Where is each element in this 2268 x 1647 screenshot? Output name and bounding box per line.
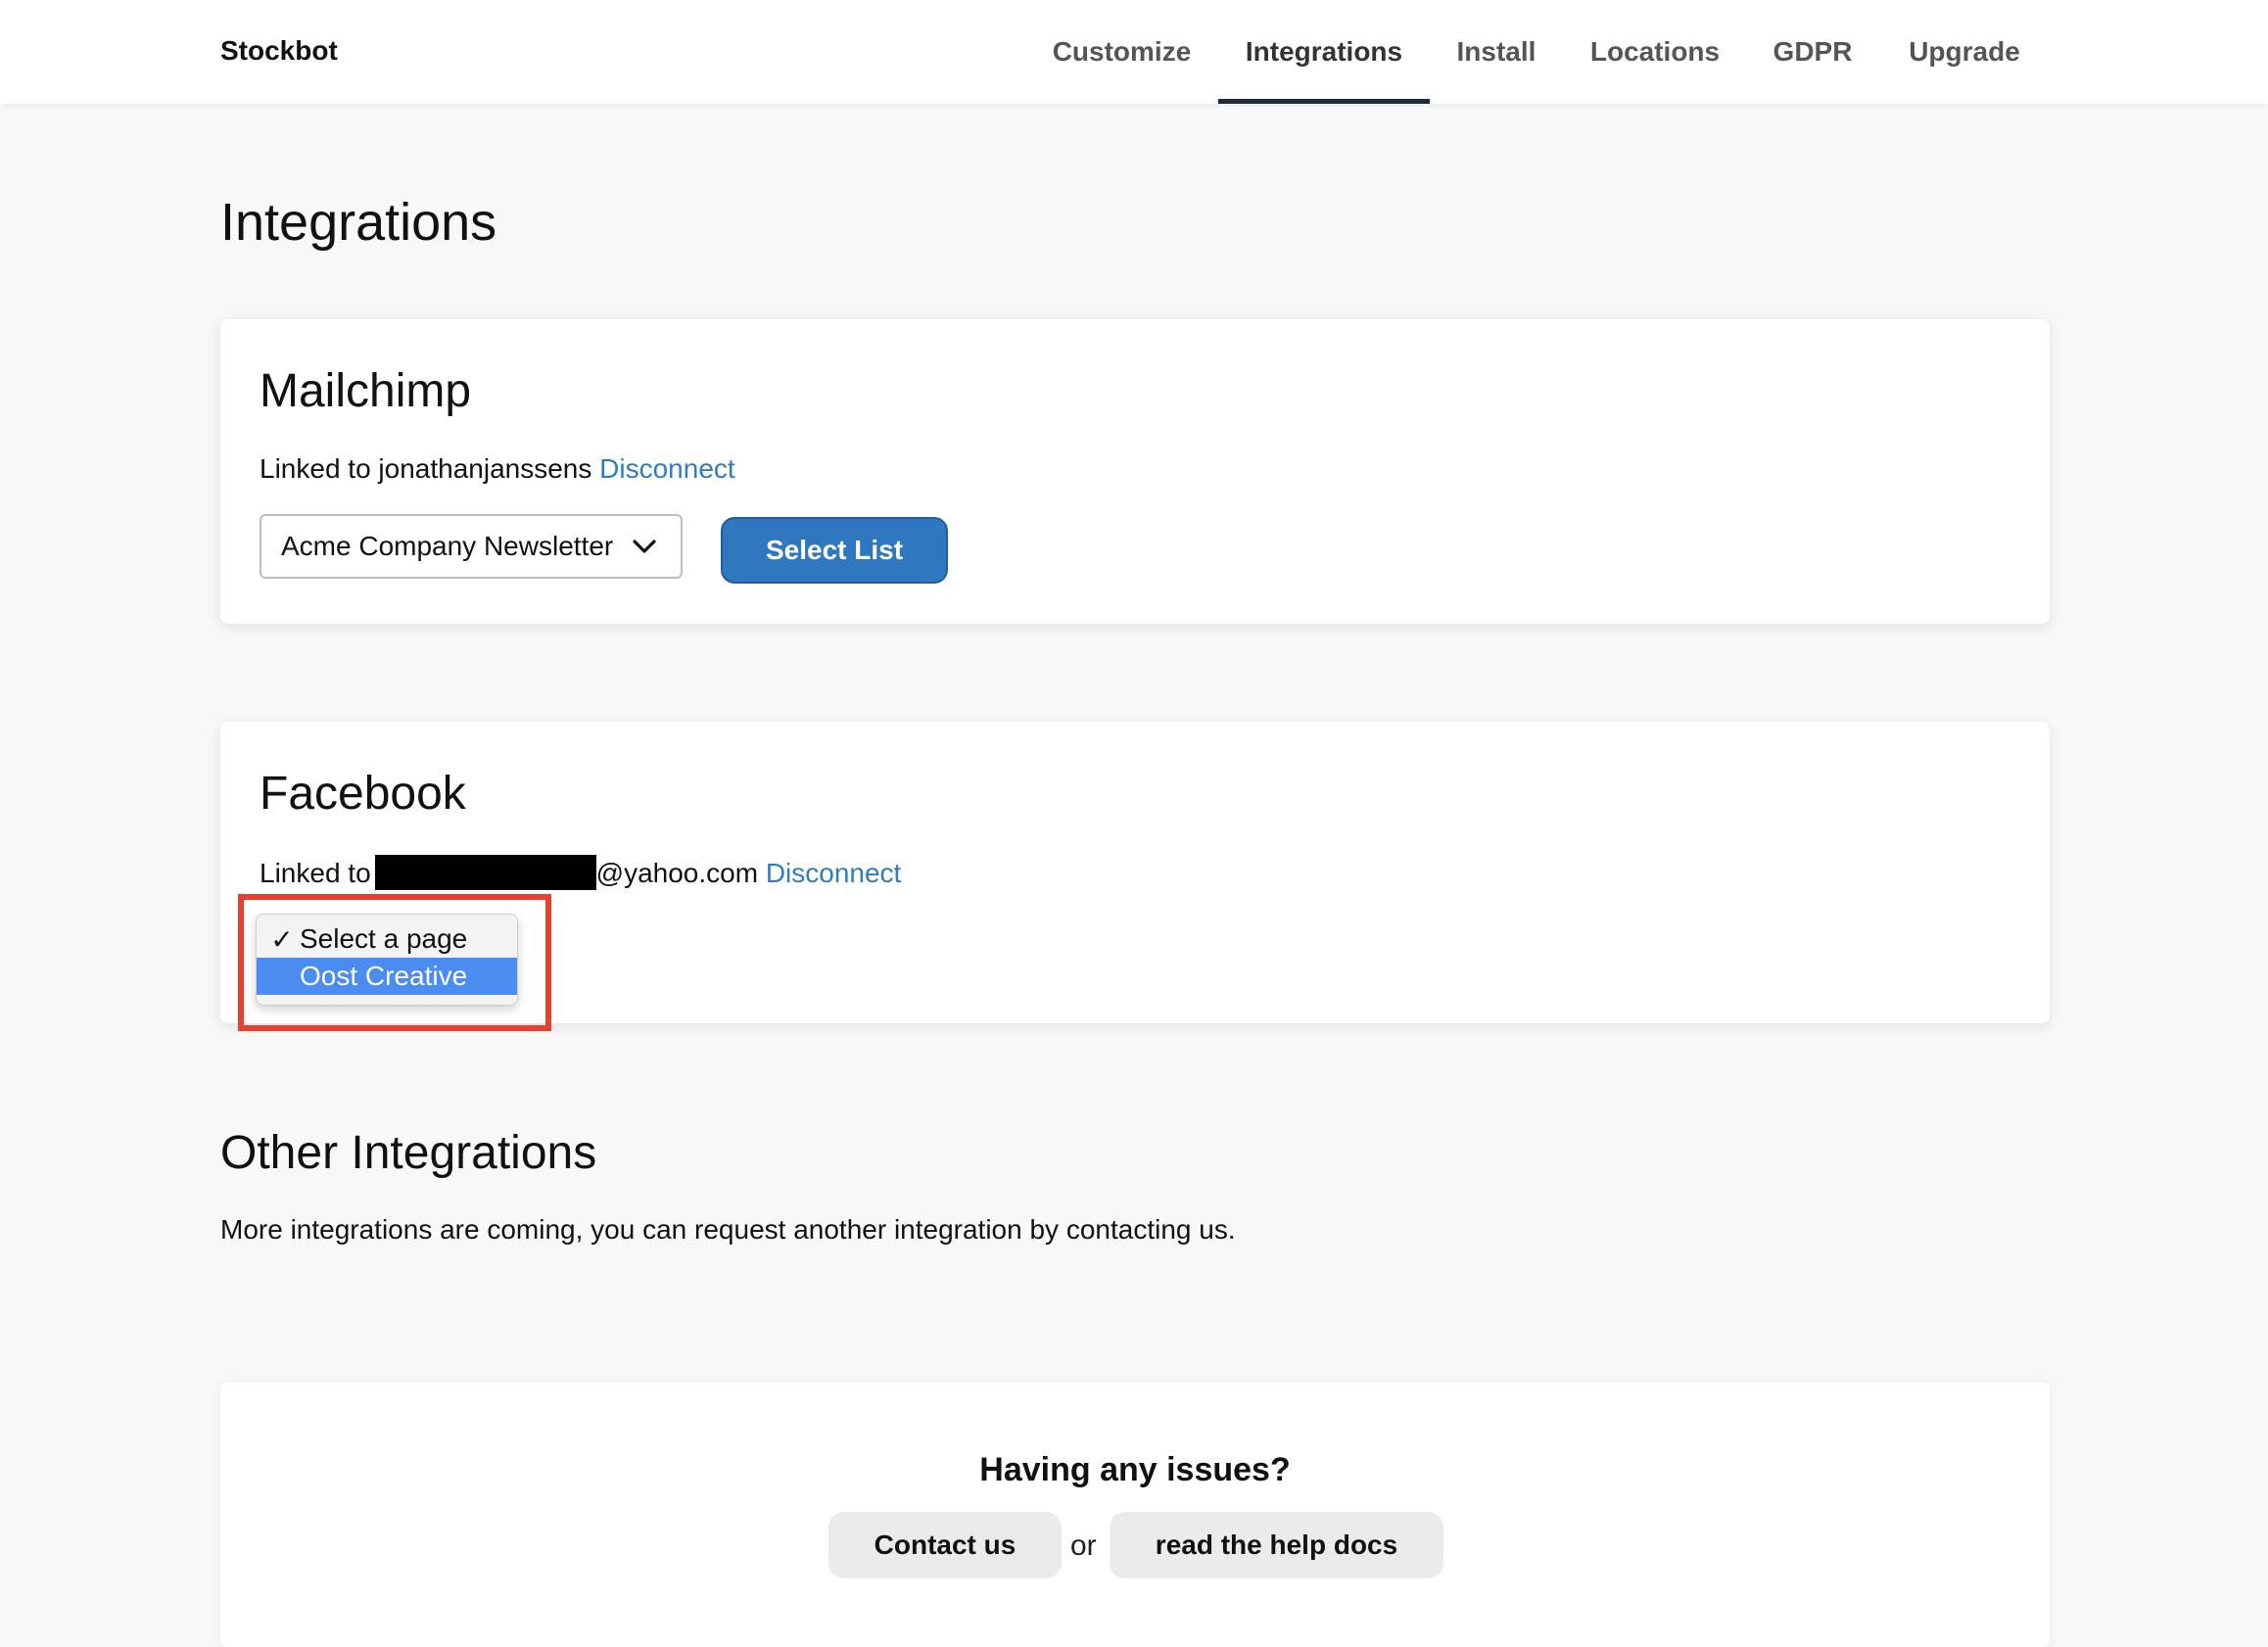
mailchimp-list-select[interactable]: Acme Company Newsletter (260, 514, 683, 579)
page-option-label: Select a page (300, 923, 468, 954)
nav-tab-locations[interactable]: Locations (1582, 0, 1728, 104)
page-title: Integrations (220, 193, 497, 252)
mailchimp-linked-label: Linked to jonathanjanssens (260, 453, 600, 484)
other-integrations-text: More integrations are coming, you can re… (220, 1214, 1236, 1245)
help-card: Having any issues? Contact us or read th… (220, 1383, 2050, 1647)
contact-us-button[interactable]: Contact us (828, 1512, 1062, 1578)
nav-tab-upgrade[interactable]: Upgrade (1903, 0, 2026, 104)
brand-logo[interactable]: Stockbot (220, 35, 338, 67)
chevron-down-icon (633, 540, 656, 553)
facebook-title: Facebook (260, 768, 466, 820)
facebook-email-domain: @yahoo.com (595, 858, 766, 888)
page-option-select-a-page[interactable]: ✓ Select a page (257, 920, 517, 958)
nav-tab-integrations[interactable]: Integrations (1218, 0, 1430, 104)
page-option-label: Oost Creative (300, 961, 468, 991)
facebook-disconnect-link[interactable]: Disconnect (766, 858, 902, 888)
select-list-button[interactable]: Select List (721, 517, 948, 584)
nav-tab-install[interactable]: Install (1452, 0, 1540, 104)
or-separator: or (1070, 1529, 1097, 1562)
mailchimp-list-select-value: Acme Company Newsletter (281, 531, 614, 561)
help-docs-button[interactable]: read the help docs (1110, 1512, 1443, 1578)
nav-tab-gdpr[interactable]: GDPR (1769, 0, 1857, 104)
redacted-email-block (374, 855, 596, 890)
checkmark-icon: ✓ (270, 923, 294, 955)
mailchimp-disconnect-link[interactable]: Disconnect (599, 453, 735, 484)
mailchimp-card: Mailchimp Linked to jonathanjanssens Dis… (220, 319, 2050, 624)
mailchimp-title: Mailchimp (260, 365, 472, 417)
facebook-linked-text: Linked to @yahoo.com Disconnect (260, 855, 901, 890)
other-integrations-title: Other Integrations (220, 1127, 597, 1179)
facebook-linked-label: Linked to (260, 858, 371, 888)
mailchimp-linked-text: Linked to jonathanjanssens Disconnect (260, 453, 735, 485)
nav-tab-customize[interactable]: Customize (1047, 0, 1197, 104)
facebook-page-select-dropdown[interactable]: ✓ Select a page Oost Creative (256, 914, 518, 1006)
help-title: Having any issues? (979, 1451, 1291, 1488)
page-option-oost-creative[interactable]: Oost Creative (257, 958, 517, 995)
top-navigation-bar: Stockbot Customize Integrations Install … (0, 0, 2268, 104)
